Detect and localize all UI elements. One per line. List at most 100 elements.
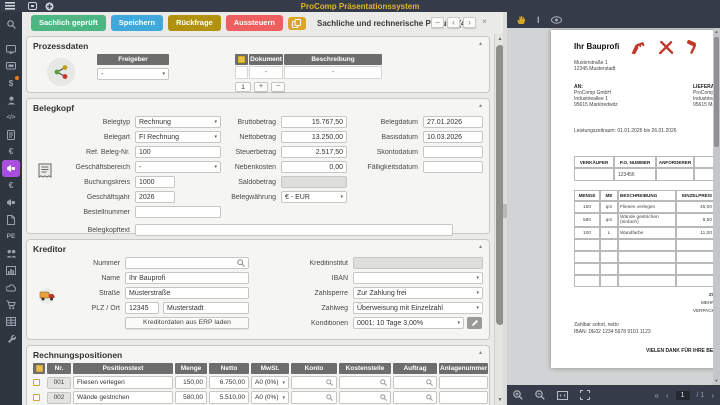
page-number-input[interactable]: 1 (676, 391, 690, 400)
chart-icon[interactable] (2, 262, 20, 279)
screen-icon[interactable] (2, 41, 20, 58)
auftrag-field[interactable] (393, 391, 437, 404)
megaphone-icon[interactable] (2, 194, 20, 211)
beschreibung-cell[interactable]: - (284, 66, 382, 79)
netto-field[interactable]: 5.510,00 (209, 391, 249, 404)
grid-icon[interactable] (2, 313, 20, 330)
document-icon[interactable] (2, 126, 20, 143)
doc-page-input[interactable]: 1 (235, 82, 251, 92)
iban-select[interactable]: ▾ (353, 272, 483, 284)
file-icon[interactable] (2, 211, 20, 228)
query-button[interactable]: Rückfrage (168, 15, 221, 31)
select-all-checkbox[interactable] (33, 363, 45, 374)
code-icon[interactable]: </> (2, 109, 20, 126)
belegdatum-field[interactable]: 27.01.2026 (423, 116, 483, 128)
fit-width-button[interactable] (557, 391, 568, 400)
prev-page-button[interactable]: ‹ (666, 391, 669, 400)
users-icon[interactable] (2, 245, 20, 262)
menge-field[interactable]: 150,00 (175, 376, 207, 389)
mwst-select[interactable]: A0 (0%)▾ (251, 376, 289, 389)
document-area[interactable]: Ihr Bauprofi Musterstraße 1 12345 Muster… (507, 28, 720, 385)
plz-field[interactable]: 12345 (125, 302, 159, 314)
scroll-up-icon[interactable]: ▲ (713, 28, 720, 36)
search-icon[interactable] (380, 379, 387, 386)
search-icon[interactable] (380, 394, 387, 401)
euro-alt-icon[interactable]: € (2, 177, 20, 194)
faelligkeitsdatum-field[interactable] (423, 161, 483, 173)
konto-field[interactable] (291, 391, 337, 404)
zoom-out-button[interactable] (535, 390, 545, 400)
search-icon[interactable] (426, 379, 433, 386)
cloud-icon[interactable] (2, 279, 20, 296)
text-select-icon[interactable]: I (537, 15, 540, 25)
load-erp-button[interactable]: Kreditordaten aus ERP laden (125, 317, 249, 329)
megaphone-active-icon[interactable] (2, 160, 20, 177)
search-icon[interactable] (426, 394, 433, 401)
view-icon[interactable] (551, 16, 562, 24)
anlagenummer-field[interactable] (439, 391, 488, 404)
dollar-icon[interactable]: $ (2, 75, 20, 92)
collapse-icon[interactable]: ▴ (479, 40, 482, 47)
freigeber-select[interactable]: -▾ (97, 68, 169, 80)
pe-icon[interactable]: PE (2, 228, 20, 245)
minimize-button[interactable]: − (431, 17, 444, 28)
euro-icon[interactable]: € (2, 143, 20, 160)
doc-remove-button[interactable]: − (271, 82, 285, 92)
anlagenummer-field[interactable] (439, 376, 488, 389)
collapse-icon[interactable]: ▴ (479, 349, 482, 356)
menge-field[interactable]: 580,00 (175, 391, 207, 404)
first-page-button[interactable]: « (655, 391, 659, 400)
bestellnummer-field[interactable] (135, 206, 221, 218)
basisdatum-field[interactable]: 10.03.2026 (423, 131, 483, 143)
add-icon[interactable] (45, 2, 54, 11)
konto-field[interactable] (291, 376, 337, 389)
collapse-icon[interactable]: ▴ (479, 102, 482, 109)
wrench-icon[interactable] (2, 330, 20, 347)
search-icon[interactable] (326, 394, 333, 401)
collapse-icon[interactable]: ▴ (479, 243, 482, 250)
divider-handle[interactable] (503, 204, 507, 218)
nebenkosten-field[interactable]: 0,00 (281, 161, 347, 173)
zoom-in-button[interactable] (513, 390, 523, 400)
kreditor-nummer-field[interactable] (125, 257, 249, 269)
document-scrollbar[interactable]: ▲ ▼ (713, 28, 720, 385)
belegkopftext-field[interactable] (135, 224, 453, 236)
next-button[interactable]: › (463, 17, 476, 28)
search-icon[interactable] (237, 259, 245, 267)
konditionen-select[interactable]: 0001: 10 Tage 3,00%▾ (353, 317, 464, 329)
skontodatum-field[interactable] (423, 146, 483, 158)
panel-divider[interactable] (503, 12, 507, 405)
close-button[interactable]: × (478, 17, 491, 28)
scroll-down-icon[interactable]: ▼ (713, 377, 720, 385)
pan-tool-icon[interactable] (516, 15, 526, 25)
ort-field[interactable]: Musterstadt (163, 302, 249, 314)
ref-beleg-nr-field[interactable]: 100 (135, 146, 221, 158)
select-all-checkbox[interactable] (235, 54, 248, 65)
cart-icon[interactable] (2, 296, 20, 313)
positionstext-field[interactable]: Fliesen verlegen (73, 376, 173, 389)
menu-icon[interactable] (5, 2, 15, 10)
row-checkbox-cell[interactable] (235, 66, 248, 79)
belegart-select[interactable]: FI Rechnung▾ (135, 131, 221, 143)
search-icon[interactable] (2, 16, 20, 33)
scrollbar-thumb[interactable] (714, 37, 719, 147)
nettobetrag-field[interactable]: 13.250,00 (281, 131, 347, 143)
netto-field[interactable]: 6.750,00 (209, 376, 249, 389)
copy-button[interactable] (288, 17, 306, 30)
belegtyp-select[interactable]: Rechnung▾ (135, 116, 221, 128)
row-checkbox[interactable] (33, 379, 40, 386)
belegwaehrung-select[interactable]: € - EUR▾ (281, 191, 347, 203)
doc-add-button[interactable]: + (254, 82, 268, 92)
mwst-select[interactable]: A0 (0%)▾ (251, 391, 289, 404)
zahlweg-select[interactable]: Überweisung mit Einzelzahl▾ (353, 302, 483, 314)
steuerbetrag-field[interactable]: 2.517,50 (281, 146, 347, 158)
kreditor-name-field[interactable]: Ihr Bauprofi (125, 272, 249, 284)
reject-button[interactable]: Aussteuern (226, 15, 283, 31)
user-icon[interactable] (2, 92, 20, 109)
geschaeftsjahr-field[interactable]: 2026 (135, 191, 175, 203)
edit-konditionen-button[interactable] (467, 317, 482, 329)
kostenstelle-field[interactable] (339, 391, 391, 404)
auftrag-field[interactable] (393, 376, 437, 389)
strasse-field[interactable]: Musterstraße (125, 287, 249, 299)
save-button[interactable]: Speichern (111, 15, 163, 31)
